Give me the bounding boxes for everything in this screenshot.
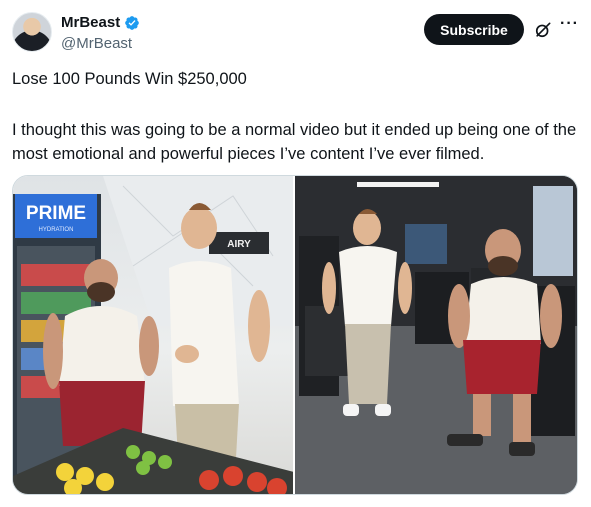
author-name-row: MrBeast [61, 14, 140, 31]
author-handle[interactable]: @MrBeast [61, 35, 132, 52]
grok-icon[interactable] [533, 20, 553, 40]
prime-sign-text: PRIME [26, 203, 86, 224]
author-display-name[interactable]: MrBeast [61, 14, 120, 31]
photo-right-illustration [295, 176, 577, 494]
verified-badge-icon [125, 15, 140, 30]
post-body: I thought this was going to be a normal … [12, 121, 577, 163]
photo-left[interactable]: PRIME HYDRATION AIRY [13, 176, 293, 494]
more-horizontal-icon[interactable]: ··· [560, 16, 579, 32]
post-title: Lose 100 Pounds Win $250,000 [12, 70, 247, 88]
prime-sign-subtext: HYDRATION [39, 227, 74, 233]
media-grid[interactable]: PRIME HYDRATION AIRY [12, 175, 578, 495]
photo-right[interactable] [295, 176, 577, 494]
post: MrBeast @MrBeast Subscribe ··· Lose 100 … [0, 0, 591, 507]
author-avatar[interactable] [12, 12, 52, 52]
photo-left-illustration: PRIME HYDRATION AIRY [13, 176, 293, 494]
subscribe-button[interactable]: Subscribe [424, 14, 524, 45]
fridge-label-text: AIRY [227, 239, 251, 250]
